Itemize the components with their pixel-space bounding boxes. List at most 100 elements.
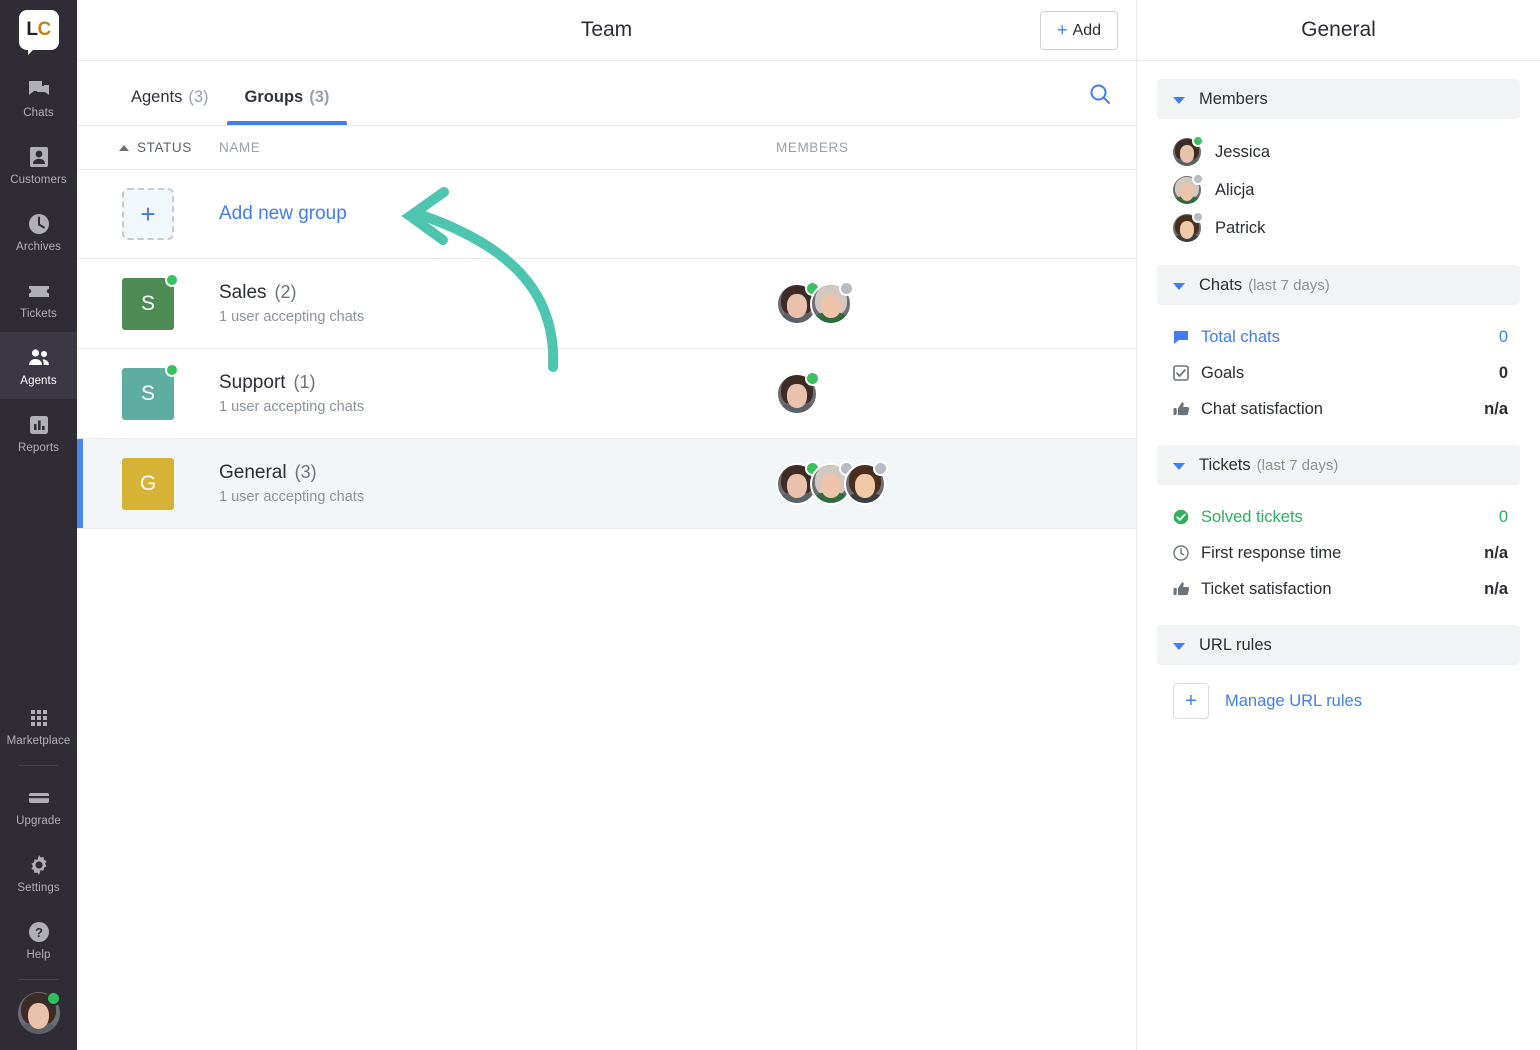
member-avatar[interactable] [776,370,820,415]
sidebar-label-customers: Customers [10,173,67,186]
group-initial: G [139,471,157,495]
stat-row-first-response-time[interactable]: First response time n/a [1157,535,1520,571]
sidebar-item-archives[interactable]: Archives [0,198,77,265]
tab-agents[interactable]: Agents (3) [113,88,227,125]
sidebar-label-tickets: Tickets [20,307,57,320]
sidebar-item-reports[interactable]: Reports [0,399,77,466]
stat-row-solved-tickets[interactable]: Solved tickets 0 [1157,499,1520,535]
section-header-tickets[interactable]: Tickets (last 7 days) [1157,445,1520,485]
sidebar-item-help[interactable]: ? Help [0,906,77,973]
section-header-chats[interactable]: Chats (last 7 days) [1157,265,1520,305]
plus-icon: + [1057,20,1068,40]
sidebar-item-upgrade[interactable]: Upgrade [0,772,77,839]
list-item[interactable]: Jessica [1157,133,1520,171]
section-body-members: Jessica Alicja Patrick [1157,127,1520,265]
stat-row-goals[interactable]: Goals 0 [1157,355,1520,391]
search-icon[interactable] [1088,82,1112,111]
section-header-members[interactable]: Members [1157,79,1520,119]
tab-groups[interactable]: Groups (3) [226,88,348,125]
check-circle-icon [1173,509,1195,525]
add-url-rule-button[interactable]: + [1173,683,1209,719]
column-header-members[interactable]: MEMBERS [776,140,1136,155]
sidebar-item-customers[interactable]: Customers [0,131,77,198]
tab-agents-count: (3) [188,88,209,106]
stat-row-total-chats[interactable]: Total chats 0 [1157,319,1520,355]
group-members-cell [776,370,1136,415]
group-initial: S [140,381,155,405]
manage-url-rules-link[interactable]: Manage URL rules [1225,692,1362,711]
presence-dot-online [805,370,820,386]
member-avatar-stack [776,370,820,415]
list-item[interactable]: Alicja [1157,171,1520,209]
group-avatar-tile: S [122,272,179,330]
logo-text-l: L [26,19,38,40]
sidebar-item-chats[interactable]: Chats [0,64,77,131]
presence-dot-offline [1192,173,1204,185]
section-body-url-rules: + Manage URL rules [1157,673,1520,737]
presence-dot-offline [873,460,888,476]
presence-dot-online [165,272,179,287]
avatar [1173,173,1204,204]
sidebar-item-tickets[interactable]: Tickets [0,265,77,332]
presence-dot-offline [1192,211,1204,223]
add-new-group-row[interactable]: + Add new group [77,170,1136,259]
group-name-cell: Support (1) 1 user accepting chats [219,372,776,415]
sidebar-item-agents[interactable]: Agents [0,332,77,399]
group-member-count: (2) [274,282,297,302]
sidebar-label-archives: Archives [16,240,61,253]
stat-label: Ticket satisfaction [1201,579,1332,598]
table-row[interactable]: S Sales (2) 1 user accepting chats [77,259,1136,349]
add-button-label: Add [1072,21,1101,39]
column-header-status-label: STATUS [137,140,192,155]
add-group-plus-tile[interactable]: + [122,188,174,240]
sort-asc-icon [119,144,129,151]
table-row[interactable]: S Support (1) 1 user accepting chats [77,349,1136,439]
stat-row-ticket-satisfaction[interactable]: Ticket satisfaction n/a [1157,571,1520,607]
member-avatar-stack [776,460,888,505]
column-header-status[interactable]: STATUS [77,140,219,155]
group-members-cell [776,280,1136,325]
column-header-name[interactable]: NAME [219,140,776,155]
presence-dot-offline [839,280,854,296]
group-name: Support [219,372,286,393]
chats-icon [26,77,52,103]
livechat-logo[interactable]: LC [18,10,59,55]
add-button[interactable]: + Add [1040,11,1118,50]
details-body: Members Jessica Alicja Patrick Chats (la… [1137,61,1540,737]
section-title: URL rules [1199,635,1272,654]
stat-value: 0 [1498,327,1508,346]
table-row[interactable]: G General (3) 1 user accepting chats [77,439,1136,529]
member-avatar-stack [776,280,854,325]
presence-dot-online [1192,135,1204,147]
details-header: General [1137,0,1540,61]
stat-value: n/a [1484,579,1508,598]
svg-text:?: ? [35,925,43,940]
stat-label: Total chats [1201,327,1280,346]
member-name: Patrick [1215,218,1266,237]
customers-icon [26,144,52,170]
sidebar-divider-1 [18,765,59,766]
section-body-tickets: Solved tickets 0 First response time n/a… [1157,493,1520,625]
stat-row-chat-satisfaction[interactable]: Chat satisfaction n/a [1157,391,1520,427]
current-user-avatar[interactable] [17,991,61,1034]
add-group-name-cell: Add new group [219,203,776,225]
add-new-group-link[interactable]: Add new group [219,203,347,224]
chevron-down-icon [1173,283,1185,290]
plus-icon: + [140,198,156,229]
sidebar-item-settings[interactable]: Settings [0,839,77,906]
section-title: Members [1199,89,1268,108]
section-header-url-rules[interactable]: URL rules [1157,625,1520,665]
sidebar-item-marketplace[interactable]: Marketplace [0,692,77,759]
list-item[interactable]: Patrick [1157,209,1520,247]
member-avatar[interactable] [844,460,888,505]
section-title: Tickets [1199,455,1251,474]
main-sidebar: LC Chats Customers Archives Tickets Agen… [0,0,77,1050]
group-tile-cell: S [77,272,219,330]
chevron-down-icon [1173,643,1185,650]
member-avatar[interactable] [810,280,854,325]
stat-value: 0 [1498,507,1508,526]
group-avatar-tile: S [122,362,179,420]
group-name-cell: Sales (2) 1 user accepting chats [219,282,776,325]
help-icon: ? [26,919,52,945]
group-subtitle: 1 user accepting chats [219,309,365,325]
